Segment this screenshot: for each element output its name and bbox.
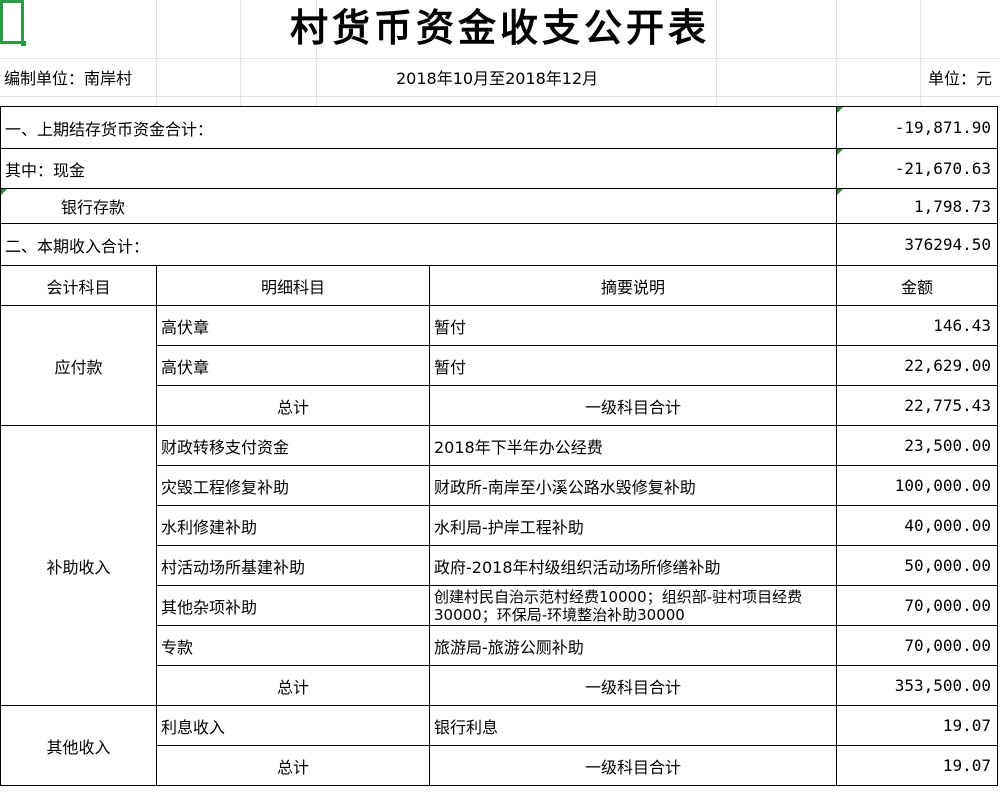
cash-report-table: 一、上期结存货币资金合计： -19,871.90 其中：现金 -21,670.6… xyxy=(0,106,999,786)
cash-label[interactable]: 其中：现金 xyxy=(0,148,838,189)
gridline xyxy=(0,96,1000,97)
summary-row: 银行存款 1,798.73 xyxy=(0,188,999,224)
detail-cell[interactable]: 高伏章 xyxy=(156,305,430,346)
description-cell[interactable]: 财政所-南岸至小溪公路水毁修复补助 xyxy=(428,465,838,506)
reporting-period: 2018年10月至2018年12月 xyxy=(396,69,599,88)
detail-cell[interactable]: 水利修建补助 xyxy=(156,505,430,546)
subtotal-description[interactable]: 一级科目合计 xyxy=(428,745,838,786)
account-subject[interactable]: 应付款 xyxy=(0,305,157,426)
subtotal-amount[interactable]: 19.07 xyxy=(836,745,999,786)
col-header-amount[interactable]: 金额 xyxy=(836,265,999,306)
income-total-value[interactable]: 376294.50 xyxy=(836,223,999,266)
table-row: 应付款 高伏章 暂付 146.43 xyxy=(0,305,999,426)
detail-cell[interactable]: 利息收入 xyxy=(156,705,430,746)
subtotal-amount[interactable]: 353,500.00 xyxy=(836,665,999,706)
description-cell[interactable]: 创建村民自治示范村经费10000；组织部-驻村项目经费30000；环保局-环境整… xyxy=(428,585,838,626)
subtotal-description[interactable]: 一级科目合计 xyxy=(428,385,838,426)
gridline xyxy=(0,58,1000,59)
prev-balance-label[interactable]: 一、上期结存货币资金合计： xyxy=(0,106,838,149)
amount-cell[interactable]: 146.43 xyxy=(836,305,999,346)
table-row: 其他收入 利息收入 银行利息 19.07 xyxy=(0,705,999,786)
detail-cell[interactable]: 高伏章 xyxy=(156,345,430,386)
cash-value[interactable]: -21,670.63 xyxy=(836,148,999,189)
description-cell[interactable]: 暂付 xyxy=(428,345,838,386)
amount-cell[interactable]: 70,000.00 xyxy=(836,625,999,666)
subtotal-description[interactable]: 一级科目合计 xyxy=(428,665,838,706)
page-title: 村货币资金收支公开表 xyxy=(289,5,710,50)
bank-deposit-label[interactable]: 银行存款 xyxy=(0,188,838,224)
col-header-description[interactable]: 摘要说明 xyxy=(428,265,838,306)
amount-cell[interactable]: 23,500.00 xyxy=(836,425,999,466)
description-cell[interactable]: 政府-2018年村级组织活动场所修缮补助 xyxy=(428,545,838,586)
column-header-row: 会计科目 明细科目 摘要说明 金额 xyxy=(0,265,999,306)
prev-balance-value[interactable]: -19,871.90 xyxy=(836,106,999,149)
detail-cell[interactable]: 村活动场所基建补助 xyxy=(156,545,430,586)
amount-cell[interactable]: 22,629.00 xyxy=(836,345,999,386)
income-total-label[interactable]: 二、本期收入合计： xyxy=(0,223,838,266)
amount-cell[interactable]: 100,000.00 xyxy=(836,465,999,506)
subtotal-label[interactable]: 总计 xyxy=(156,665,430,706)
description-cell[interactable]: 暂付 xyxy=(428,305,838,346)
description-cell[interactable]: 2018年下半年办公经费 xyxy=(428,425,838,466)
description-cell[interactable]: 旅游局-旅游公厕补助 xyxy=(428,625,838,666)
col-header-subject[interactable]: 会计科目 xyxy=(0,265,157,306)
account-subject[interactable]: 其他收入 xyxy=(0,705,157,786)
detail-cell[interactable]: 财政转移支付资金 xyxy=(156,425,430,466)
summary-row: 一、上期结存货币资金合计： -19,871.90 xyxy=(0,106,999,149)
col-header-detail[interactable]: 明细科目 xyxy=(156,265,430,306)
summary-row: 二、本期收入合计： 376294.50 xyxy=(0,223,999,266)
summary-row: 其中：现金 -21,670.63 xyxy=(0,148,999,189)
prepared-by-unit: 编制单位：南岸村 xyxy=(4,69,133,88)
amount-cell[interactable]: 50,000.00 xyxy=(836,545,999,586)
amount-cell[interactable]: 19.07 xyxy=(836,705,999,746)
currency-unit: 单位：元 xyxy=(927,69,992,88)
subtotal-amount[interactable]: 22,775.43 xyxy=(836,385,999,426)
subtotal-label[interactable]: 总计 xyxy=(156,385,430,426)
description-cell[interactable]: 水利局-护岸工程补助 xyxy=(428,505,838,546)
detail-cell[interactable]: 灾毁工程修复补助 xyxy=(156,465,430,506)
table-row: 补助收入 财政转移支付资金 2018年下半年办公经费 23,500.00 xyxy=(0,425,999,706)
account-subject[interactable]: 补助收入 xyxy=(0,425,157,706)
amount-cell[interactable]: 40,000.00 xyxy=(836,505,999,546)
subtotal-label[interactable]: 总计 xyxy=(156,745,430,786)
amount-cell[interactable]: 70,000.00 xyxy=(836,585,999,626)
bank-deposit-value[interactable]: 1,798.73 xyxy=(836,188,999,224)
detail-cell[interactable]: 其他杂项补助 xyxy=(156,585,430,626)
description-cell[interactable]: 银行利息 xyxy=(428,705,838,746)
detail-cell[interactable]: 专款 xyxy=(156,625,430,666)
